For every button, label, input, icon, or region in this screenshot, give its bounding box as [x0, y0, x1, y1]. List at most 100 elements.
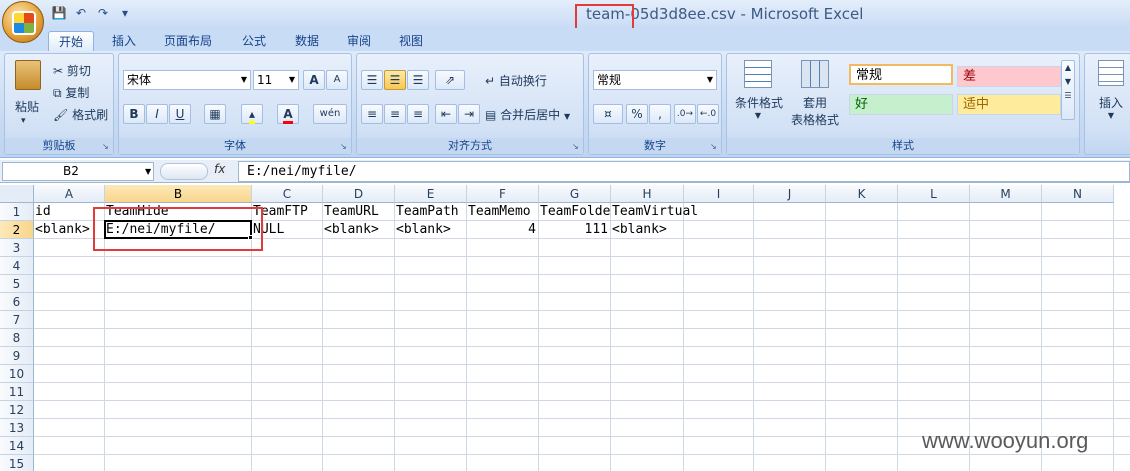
align-left-button[interactable]: ≡ — [361, 104, 383, 124]
cell-F1[interactable]: TeamMemo — [467, 203, 539, 221]
column-header[interactable]: F — [467, 185, 539, 203]
align-center-button[interactable]: ≡ — [384, 104, 406, 124]
increase-decimal-button[interactable]: .0→ — [674, 104, 696, 124]
underline-button[interactable]: U — [169, 104, 191, 124]
style-good[interactable]: 好 — [849, 94, 953, 115]
copy-button[interactable]: ⧉ 复制 — [53, 84, 89, 101]
undo-icon[interactable]: ↶ — [72, 4, 90, 22]
tab-insert[interactable]: 插入 — [102, 31, 146, 51]
column-header[interactable]: G — [539, 185, 611, 203]
tab-view[interactable]: 视图 — [389, 31, 433, 51]
row-header[interactable]: 14 — [0, 437, 34, 455]
row-header[interactable]: 3 — [0, 239, 34, 257]
cell-H2[interactable]: <blank> — [611, 221, 757, 239]
name-box[interactable]: B2 ▼ — [2, 162, 154, 181]
currency-button[interactable]: ¤ — [593, 104, 623, 124]
redo-icon[interactable]: ↷ — [94, 4, 112, 22]
column-header[interactable]: L — [898, 185, 970, 203]
orientation-button[interactable]: ⇗ — [435, 70, 465, 90]
row-header[interactable]: 5 — [0, 275, 34, 293]
cell-F2[interactable]: 4 — [467, 221, 539, 239]
tab-formulas[interactable]: 公式 — [232, 31, 276, 51]
paste-dropdown-icon[interactable]: ▾ — [21, 116, 26, 126]
align-right-button[interactable]: ≡ — [407, 104, 429, 124]
style-bad[interactable]: 差 — [957, 66, 1061, 87]
font-size-select[interactable]: 11 ▼ — [253, 70, 299, 90]
row-header[interactable]: 8 — [0, 329, 34, 347]
percent-button[interactable]: % — [626, 104, 648, 124]
align-middle-button[interactable]: ☰ — [384, 70, 406, 90]
row-header[interactable]: 13 — [0, 419, 34, 437]
cell-D1[interactable]: TeamURL — [323, 203, 395, 221]
increase-indent-button[interactable]: ⇥ — [458, 104, 480, 124]
format-as-table-button[interactable]: 套用 表格格式 — [785, 60, 845, 128]
font-name-select[interactable]: 宋体 ▼ — [123, 70, 251, 90]
style-normal[interactable]: 常规 — [849, 64, 953, 85]
font-launcher-icon[interactable]: ↘ — [340, 142, 349, 151]
row-header[interactable]: 2 — [0, 221, 34, 239]
clipboard-launcher-icon[interactable]: ↘ — [102, 142, 111, 151]
insert-function-button[interactable]: fx — [214, 162, 225, 176]
row-header[interactable]: 9 — [0, 347, 34, 365]
formula-bar-handle[interactable] — [160, 163, 208, 180]
cell-E2[interactable]: <blank> — [395, 221, 467, 239]
save-icon[interactable]: 💾 — [50, 4, 68, 22]
row-header[interactable]: 11 — [0, 383, 34, 401]
paste-button[interactable] — [11, 60, 45, 100]
select-all-corner[interactable] — [0, 185, 34, 203]
styles-scroll-buttons[interactable]: ▲ ▼ ☰ — [1061, 60, 1075, 120]
row-header[interactable]: 6 — [0, 293, 34, 311]
font-color-button[interactable]: A — [277, 104, 299, 124]
cell-H1[interactable]: TeamVirtual — [611, 203, 757, 221]
shrink-font-button[interactable]: A — [326, 70, 348, 90]
row-header[interactable]: 12 — [0, 401, 34, 419]
cell-G2[interactable]: 111 — [539, 221, 611, 239]
number-launcher-icon[interactable]: ↘ — [710, 142, 719, 151]
column-header[interactable]: K — [826, 185, 898, 203]
phonetic-button[interactable]: wén — [313, 104, 347, 124]
italic-button[interactable]: I — [146, 104, 168, 124]
column-header[interactable]: B — [105, 185, 252, 203]
column-header[interactable]: H — [611, 185, 684, 203]
office-button[interactable] — [2, 1, 44, 43]
comma-button[interactable]: , — [649, 104, 671, 124]
bold-button[interactable]: B — [123, 104, 145, 124]
column-header[interactable]: E — [395, 185, 467, 203]
column-header[interactable]: D — [323, 185, 395, 203]
conditional-format-button[interactable]: 条件格式 ▼ — [735, 60, 783, 120]
merge-center-button[interactable]: ▤ 合并后居中 ▼ — [485, 106, 570, 123]
tab-page-layout[interactable]: 页面布局 — [154, 31, 222, 51]
tab-review[interactable]: 审阅 — [337, 31, 381, 51]
customize-icon[interactable]: ▾ — [116, 4, 134, 22]
column-header[interactable]: N — [1042, 185, 1114, 203]
cell-D2[interactable]: <blank> — [323, 221, 395, 239]
cell-E1[interactable]: TeamPath — [395, 203, 467, 221]
insert-cells-button[interactable]: 插入 ▼ — [1095, 60, 1127, 120]
row-header[interactable]: 15 — [0, 455, 34, 471]
column-header[interactable]: A — [34, 185, 105, 203]
column-header[interactable]: C — [252, 185, 323, 203]
alignment-launcher-icon[interactable]: ↘ — [572, 142, 581, 151]
wrap-text-button[interactable]: ↵ 自动换行 — [485, 72, 547, 89]
chevron-down-icon[interactable]: ▼ — [145, 163, 151, 180]
style-neutral[interactable]: 适中 — [957, 94, 1061, 115]
row-header[interactable]: 1 — [0, 203, 34, 221]
format-painter-button[interactable]: 🖌 格式刷 — [53, 106, 108, 123]
row-header[interactable]: 10 — [0, 365, 34, 383]
number-format-select[interactable]: 常规 ▼ — [593, 70, 717, 90]
border-button[interactable]: ▦ — [204, 104, 226, 124]
formula-input[interactable]: E:/nei/myfile/ — [238, 161, 1130, 182]
tab-data[interactable]: 数据 — [285, 31, 329, 51]
cell-G1[interactable]: TeamFolder — [539, 203, 611, 221]
decrease-decimal-button[interactable]: ←.0 — [697, 104, 719, 124]
decrease-indent-button[interactable]: ⇤ — [435, 104, 457, 124]
cut-button[interactable]: ✂ 剪切 — [53, 62, 91, 79]
tab-home[interactable]: 开始 — [48, 31, 95, 51]
align-bottom-button[interactable]: ☰ — [407, 70, 429, 90]
column-header[interactable]: I — [684, 185, 754, 203]
grow-font-button[interactable]: A — [303, 70, 325, 90]
row-header[interactable]: 7 — [0, 311, 34, 329]
row-header[interactable]: 4 — [0, 257, 34, 275]
align-top-button[interactable]: ☰ — [361, 70, 383, 90]
fill-color-button[interactable]: ▴ — [241, 104, 263, 124]
